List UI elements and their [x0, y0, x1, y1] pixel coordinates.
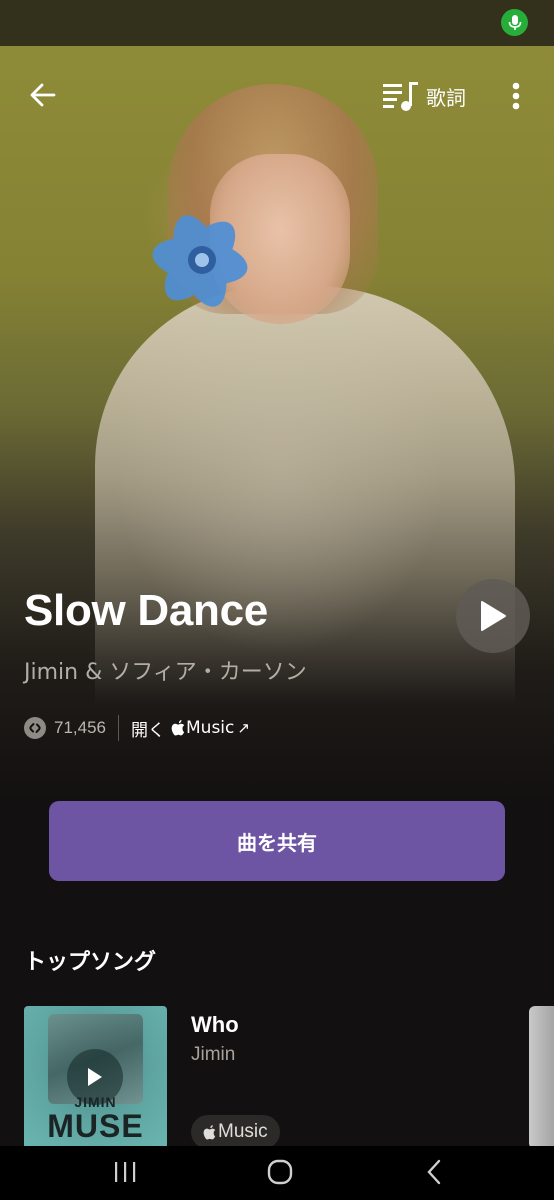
system-nav-bar: [0, 1146, 554, 1200]
apple-logo-icon: [171, 720, 185, 736]
microphone-icon: [501, 9, 528, 36]
artwork-flower: [152, 215, 248, 307]
lyrics-button[interactable]: 歌詞: [382, 78, 466, 114]
more-vertical-icon: [512, 82, 520, 110]
top-song-title: Who: [191, 1012, 239, 1037]
song-meta-row: 71,456 開く Music ↗: [24, 714, 250, 742]
lyrics-label: 歌詞: [426, 85, 466, 110]
apple-music-label: Music: [186, 718, 235, 738]
play-icon: [481, 601, 506, 631]
hero-artwork: [0, 46, 554, 806]
top-song-artist: Jimin: [191, 1044, 236, 1065]
top-songs-heading: トップソング: [24, 950, 157, 975]
recent-apps-button[interactable]: [105, 1154, 145, 1190]
home-icon: [267, 1159, 293, 1185]
badge-label: Music: [218, 1121, 268, 1142]
shazam-count: 71,456: [54, 718, 106, 737]
share-song-button[interactable]: 曲を共有: [49, 801, 505, 881]
apple-music-badge[interactable]: Music: [191, 1115, 280, 1149]
open-in-apple-music-link[interactable]: 開く Music ↗: [131, 716, 250, 741]
next-song-card[interactable]: [529, 1006, 554, 1149]
lyrics-icon: [383, 82, 418, 111]
more-options-button[interactable]: [506, 80, 526, 112]
apple-logo-icon: [203, 1124, 216, 1139]
chevron-left-icon: [427, 1159, 441, 1185]
open-label: 開く: [131, 720, 165, 741]
cover-play-button[interactable]: [67, 1049, 123, 1105]
back-button[interactable]: [26, 78, 60, 112]
recent-apps-icon: [115, 1162, 136, 1182]
home-button[interactable]: [260, 1154, 300, 1190]
song-artist[interactable]: Jimin & ソフィア・カーソン: [24, 654, 307, 686]
artwork-figure: [95, 286, 515, 706]
status-bar: [0, 0, 554, 46]
song-title: Slow Dance: [24, 586, 268, 635]
top-song-card[interactable]: JIMIN MUSE Who Jimin Music: [24, 1006, 524, 1156]
system-back-button[interactable]: [414, 1154, 454, 1190]
external-link-icon: ↗: [237, 719, 250, 737]
play-icon: [88, 1068, 102, 1086]
album-cover[interactable]: JIMIN MUSE: [24, 1006, 167, 1149]
arrow-left-icon: [30, 83, 56, 107]
cover-text-large: MUSE: [47, 1108, 144, 1144]
meta-divider: [118, 715, 119, 741]
play-button[interactable]: [456, 579, 530, 653]
shazam-icon: [24, 717, 46, 739]
